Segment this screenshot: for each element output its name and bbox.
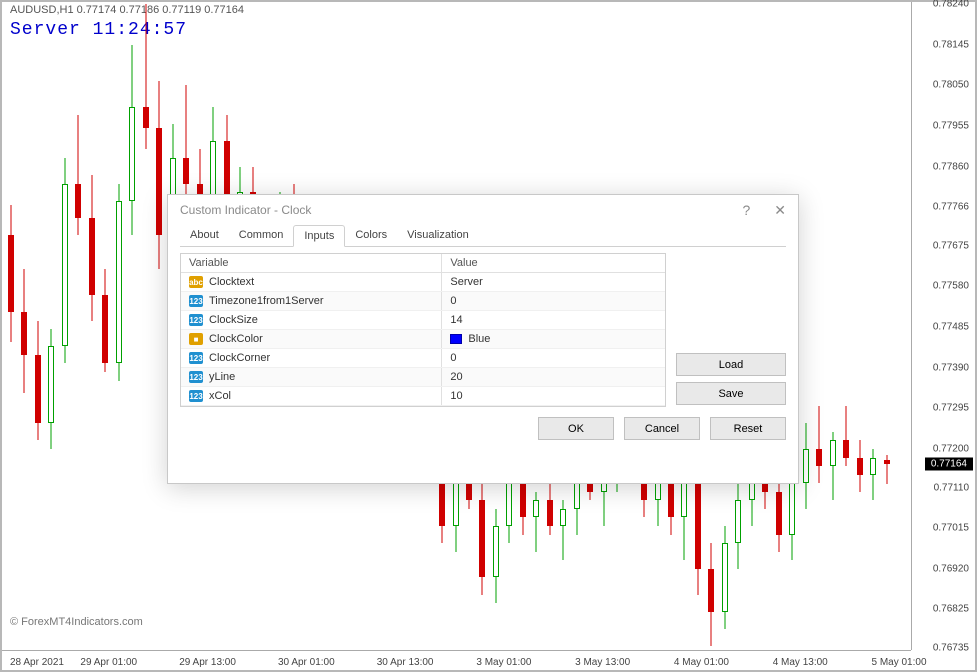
- yaxis-tick: 0.77675: [933, 240, 969, 251]
- ok-button[interactable]: OK: [538, 417, 614, 440]
- int-type-icon: 123: [189, 295, 203, 307]
- yaxis-tick: 0.78240: [933, 0, 969, 10]
- int-type-icon: 123: [189, 390, 203, 402]
- input-row[interactable]: 123 ClockCorner 0: [181, 349, 665, 368]
- color-type-icon: ■: [189, 333, 203, 345]
- yaxis-tick: 0.77860: [933, 161, 969, 172]
- variable-name: yLine: [209, 371, 235, 383]
- xaxis-tick: 4 May 13:00: [773, 657, 828, 668]
- load-button[interactable]: Load: [676, 353, 786, 376]
- variable-name: Timezone1from1Server: [209, 295, 324, 307]
- variable-name: ClockSize: [209, 314, 258, 326]
- column-header-variable[interactable]: Variable: [181, 254, 442, 272]
- yaxis-tick: 0.77015: [933, 523, 969, 534]
- xaxis-tick: 28 Apr 2021: [10, 657, 64, 668]
- variable-value[interactable]: 14: [442, 311, 665, 329]
- column-header-value[interactable]: Value: [442, 254, 665, 272]
- price-axis: 0.78240 0.78145 0.78050 0.77955 0.77860 0.777…: [911, 2, 975, 650]
- text-type-icon: abc: [189, 276, 203, 288]
- server-clock-label: Server 11:24:57: [10, 20, 187, 40]
- footer-credit: © ForexMT4Indicators.com: [10, 616, 143, 628]
- variable-name: ClockCorner: [209, 352, 270, 364]
- yaxis-tick: 0.77955: [933, 120, 969, 131]
- yaxis-tick: 0.78145: [933, 39, 969, 50]
- variable-value[interactable]: Server: [442, 273, 665, 291]
- variable-value[interactable]: Blue: [442, 330, 665, 348]
- tab-strip: AboutCommonInputsColorsVisualization: [180, 225, 786, 247]
- xaxis-tick: 4 May 01:00: [674, 657, 729, 668]
- tab-about[interactable]: About: [180, 225, 229, 246]
- input-row[interactable]: 123 Timezone1from1Server 0: [181, 292, 665, 311]
- input-row[interactable]: ■ ClockColor Blue: [181, 330, 665, 349]
- reset-button[interactable]: Reset: [710, 417, 786, 440]
- yaxis-tick: 0.77766: [933, 201, 969, 212]
- variable-name: Clocktext: [209, 276, 254, 288]
- xaxis-tick: 30 Apr 01:00: [278, 657, 335, 668]
- yaxis-tick: 0.77485: [933, 322, 969, 333]
- yaxis-tick: 0.76825: [933, 604, 969, 615]
- xaxis-tick: 29 Apr 13:00: [179, 657, 236, 668]
- yaxis-tick: 0.77390: [933, 362, 969, 373]
- yaxis-tick: 0.76920: [933, 563, 969, 574]
- tab-visualization[interactable]: Visualization: [397, 225, 479, 246]
- xaxis-tick: 3 May 01:00: [476, 657, 531, 668]
- inputs-grid[interactable]: Variable Value abc Clocktext Server 123 Time…: [180, 253, 666, 407]
- cancel-button[interactable]: Cancel: [624, 417, 700, 440]
- input-row[interactable]: 123 yLine 20: [181, 368, 665, 387]
- yaxis-tick: 0.77580: [933, 281, 969, 292]
- int-type-icon: 123: [189, 371, 203, 383]
- yaxis-tick: 0.78050: [933, 80, 969, 91]
- close-icon[interactable]: ✕: [774, 202, 786, 219]
- dialog-titlebar[interactable]: Custom Indicator - Clock ? ✕: [168, 195, 798, 225]
- tab-common[interactable]: Common: [229, 225, 294, 246]
- int-type-icon: 123: [189, 314, 203, 326]
- variable-name: xCol: [209, 390, 231, 402]
- yaxis-tick: 0.77110: [934, 482, 969, 493]
- variable-value[interactable]: 0: [442, 349, 665, 367]
- yaxis-tick: 0.77200: [933, 444, 969, 455]
- indicator-properties-dialog: Custom Indicator - Clock ? ✕ AboutCommon…: [167, 194, 799, 484]
- help-icon[interactable]: ?: [742, 202, 750, 219]
- input-row[interactable]: 123 ClockSize 14: [181, 311, 665, 330]
- xaxis-tick: 29 Apr 01:00: [80, 657, 137, 668]
- xaxis-tick: 5 May 01:00: [871, 657, 926, 668]
- xaxis-tick: 30 Apr 13:00: [377, 657, 434, 668]
- variable-value[interactable]: 10: [442, 387, 665, 405]
- input-row[interactable]: 123 xCol 10: [181, 387, 665, 406]
- save-button[interactable]: Save: [676, 382, 786, 405]
- xaxis-tick: 3 May 13:00: [575, 657, 630, 668]
- symbol-ohlc-readout: AUDUSD,H1 0.77174 0.77186 0.77119 0.7716…: [10, 4, 244, 16]
- variable-value[interactable]: 0: [442, 292, 665, 310]
- tab-colors[interactable]: Colors: [345, 225, 397, 246]
- yaxis-tick: 0.76735: [933, 643, 969, 654]
- time-axis: 28 Apr 2021 29 Apr 01:00 29 Apr 13:00 30 Ap…: [2, 650, 911, 670]
- yaxis-tick: 0.77295: [933, 403, 969, 414]
- input-row[interactable]: abc Clocktext Server: [181, 273, 665, 292]
- color-swatch-icon: [450, 334, 462, 344]
- tab-inputs[interactable]: Inputs: [293, 225, 345, 247]
- variable-name: ClockColor: [209, 333, 263, 345]
- dialog-title: Custom Indicator - Clock: [180, 203, 311, 217]
- int-type-icon: 123: [189, 352, 203, 364]
- variable-value[interactable]: 20: [442, 368, 665, 386]
- current-price-marker: 0.77164: [925, 458, 973, 471]
